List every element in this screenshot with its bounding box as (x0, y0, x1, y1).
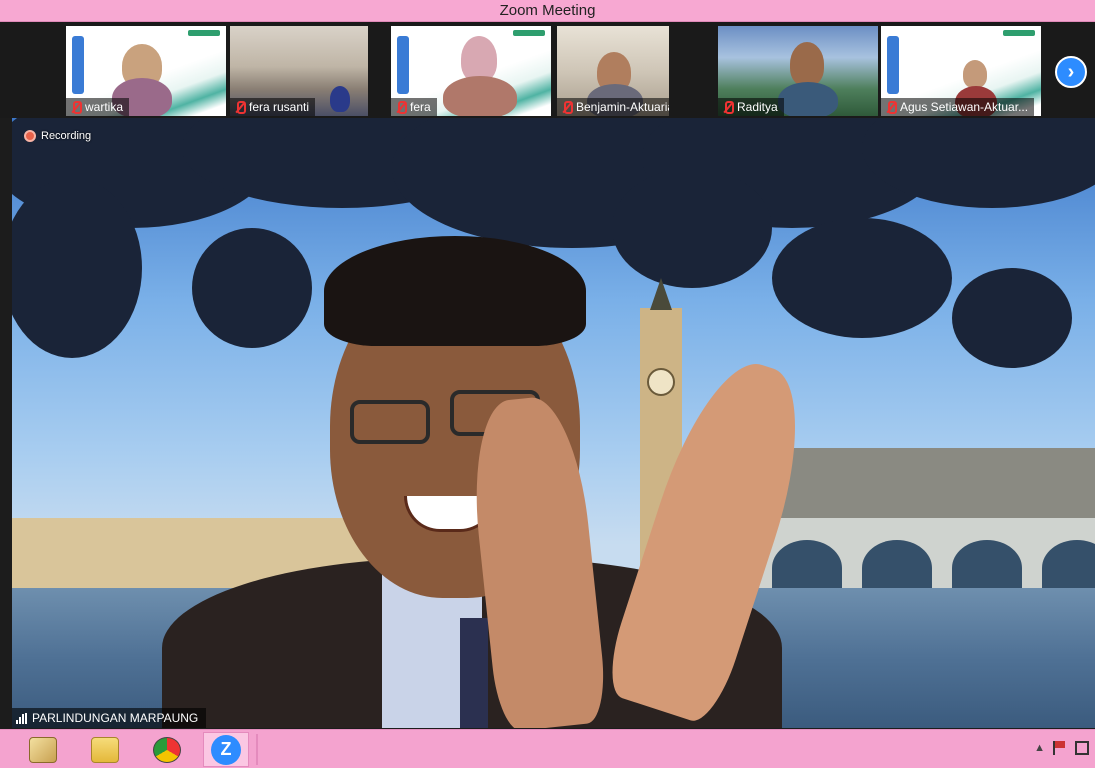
participant-name-label: Raditya (718, 98, 784, 116)
participant-tile[interactable]: wartika (66, 26, 226, 116)
action-center-flag-icon[interactable] (1053, 741, 1067, 755)
participant-tile[interactable]: Raditya (718, 26, 878, 116)
participant-tile[interactable]: Benjamin-Aktuaria (557, 26, 669, 116)
glasses-icon (350, 400, 430, 444)
participant-tile[interactable]: fera rusanti (230, 26, 368, 116)
participant-name: Benjamin-Aktuaria (576, 100, 669, 114)
zoom-icon: Z (211, 734, 241, 765)
participant-name: Raditya (737, 100, 778, 114)
gallery-strip: wartika fera rusanti fera Benjamin-Aktua… (0, 22, 1095, 118)
participant-body (443, 76, 517, 116)
mic-muted-icon (70, 100, 82, 114)
participant-tile[interactable]: fera (391, 26, 551, 116)
speaker-tie (460, 618, 488, 728)
taskbar: Z ▲ (0, 729, 1095, 768)
mic-muted-icon (234, 100, 246, 114)
participant-name-label: fera rusanti (230, 98, 316, 116)
participant-name-label: Agus Setiawan-Aktuar... (881, 98, 1035, 116)
active-speaker-video[interactable]: Recording PARLINDUNGAN MARPAUNG (12, 118, 1095, 728)
participant-tile[interactable]: Agus Setiawan-Aktuar... (881, 26, 1041, 116)
recording-dot-icon (24, 130, 36, 142)
participant-name: fera rusanti (249, 100, 310, 114)
control-panel-icon (29, 736, 57, 763)
speaker-name-label: PARLINDUNGAN MARPAUNG (12, 708, 207, 728)
signal-bars-icon (16, 712, 27, 724)
mic-muted-icon (395, 100, 407, 114)
participant-name: fera (410, 100, 431, 114)
window-title: Zoom Meeting (499, 2, 596, 19)
title-bar[interactable]: Zoom Meeting (0, 0, 1095, 22)
chevron-right-icon[interactable]: › (1055, 56, 1087, 88)
system-tray: ▲ (1034, 741, 1089, 755)
participant-name-label: Benjamin-Aktuaria (557, 98, 669, 116)
participant-name-label: fera (391, 98, 437, 116)
participant-name: Agus Setiawan-Aktuar... (900, 100, 1029, 114)
taskbar-separator (256, 734, 258, 765)
show-hidden-icons-icon[interactable]: ▲ (1034, 742, 1045, 754)
taskbar-item-control-panel[interactable] (20, 732, 66, 767)
participant-video (330, 86, 350, 112)
recording-indicator[interactable]: Recording (24, 130, 91, 142)
clock-face (647, 368, 675, 396)
bridge (752, 518, 1095, 598)
taskbar-item-file-explorer[interactable] (82, 732, 128, 767)
mic-muted-icon (722, 100, 734, 114)
taskbar-item-chrome[interactable] (144, 732, 190, 767)
zoom-window: Zoom Meeting wartika fera rusanti fera B… (0, 0, 1095, 729)
mic-muted-icon (885, 100, 897, 114)
participant-video (963, 60, 987, 88)
file-explorer-icon (91, 736, 119, 763)
participant-body (778, 82, 838, 116)
speaker-hair (324, 236, 586, 346)
participant-name: wartika (85, 100, 124, 114)
participant-name-label: wartika (66, 98, 130, 116)
taskbar-item-zoom[interactable]: Z (203, 732, 249, 767)
display-icon[interactable] (1075, 741, 1089, 755)
speaker-name: PARLINDUNGAN MARPAUNG (32, 711, 199, 725)
recording-label: Recording (41, 130, 92, 142)
chrome-icon (153, 736, 181, 763)
mic-muted-icon (561, 100, 573, 114)
participant-video (790, 42, 824, 86)
